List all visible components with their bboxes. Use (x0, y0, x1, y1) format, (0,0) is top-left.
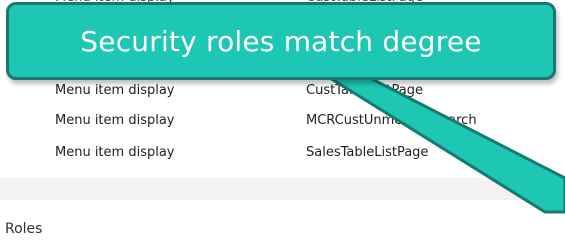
callout-text: Security roles match degree (80, 24, 482, 58)
callout-arrow (328, 76, 565, 214)
